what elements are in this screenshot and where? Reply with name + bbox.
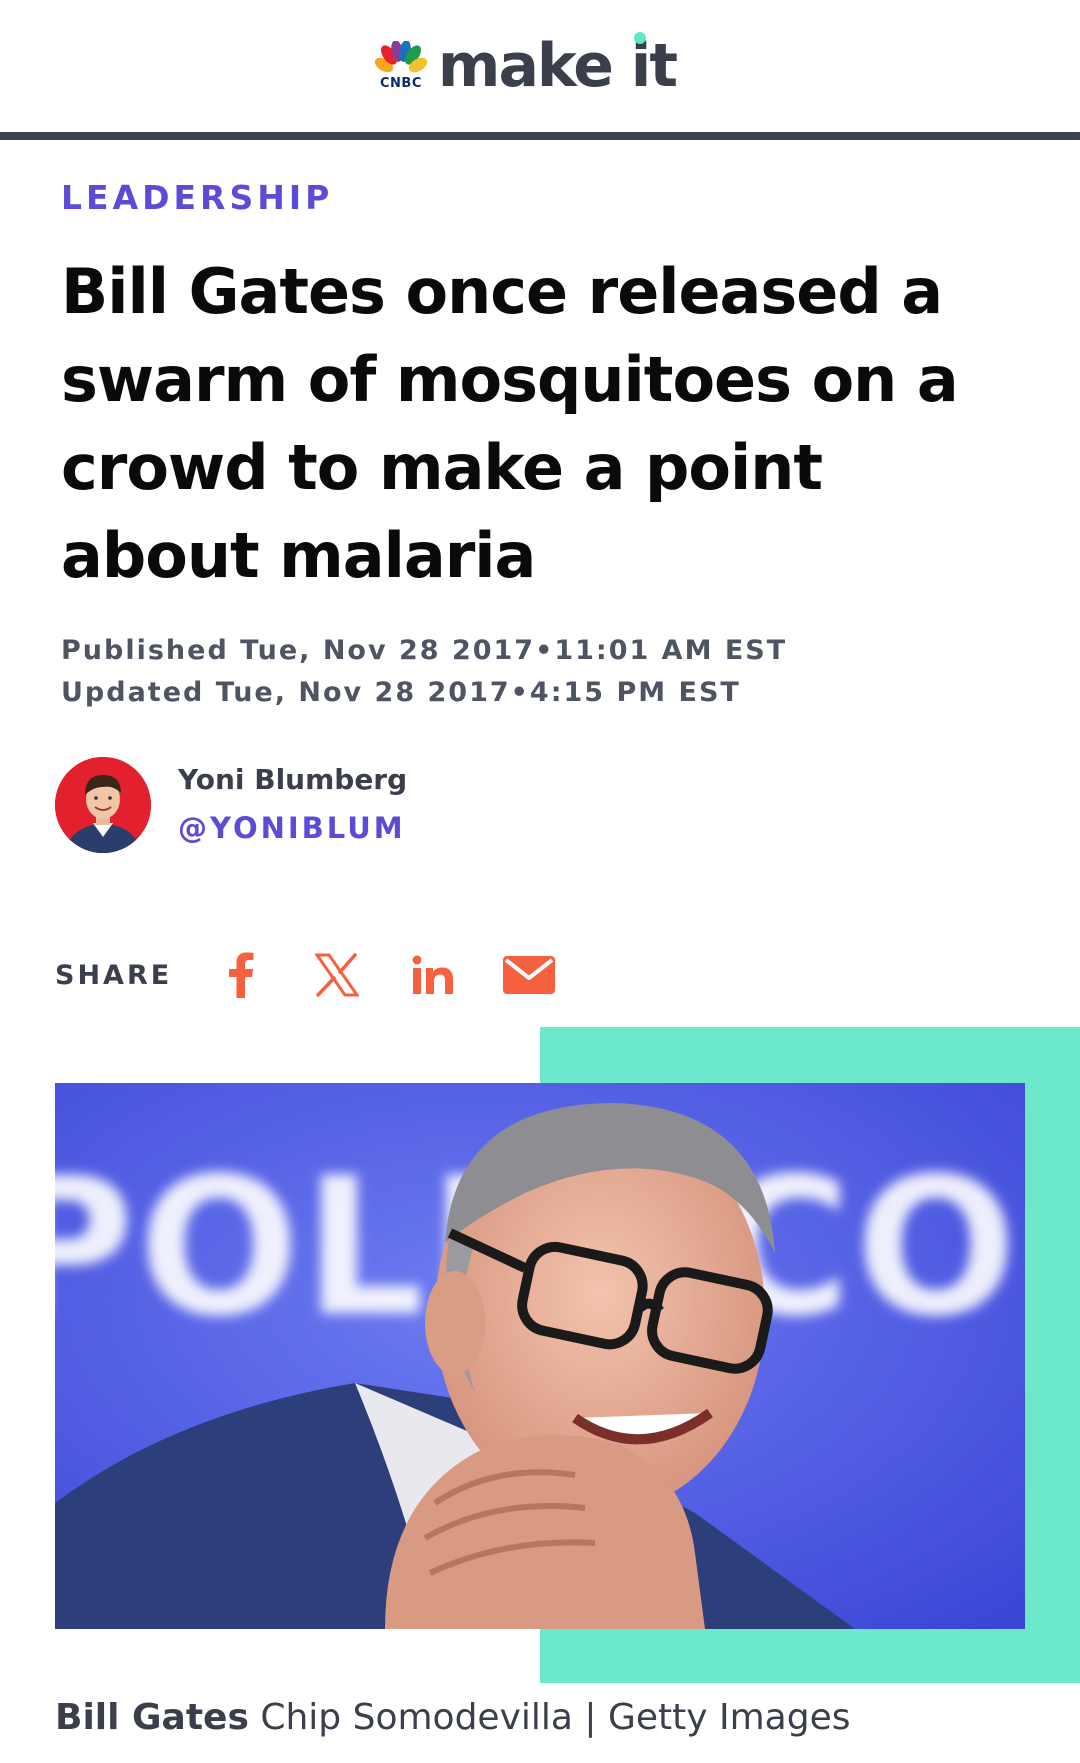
share-label: SHARE (55, 959, 173, 991)
share-bar: SHARE (55, 945, 598, 1005)
article-hero-image[interactable]: POLITICO (55, 1083, 1025, 1629)
site-header: CNBC make it (0, 0, 1080, 132)
cnbc-label: CNBC (379, 76, 422, 91)
image-caption: Bill Gates Chip Somodevilla | Getty Imag… (55, 1697, 850, 1738)
article-dates: Published Tue, Nov 28 2017•11:01 AM EST … (61, 630, 787, 714)
author-avatar[interactable] (55, 757, 151, 853)
make-it-wordmark: make it (438, 32, 678, 96)
updated-date: Updated Tue, Nov 28 2017•4:15 PM EST (61, 677, 741, 708)
email-icon[interactable] (502, 948, 556, 1002)
nbc-peacock-icon: CNBC (374, 41, 428, 91)
caption-credit: Chip Somodevilla | Getty Images (260, 1697, 851, 1738)
author-twitter-handle[interactable]: @YONIBLUM (178, 811, 406, 845)
section-kicker-link[interactable]: LEADERSHIP (61, 178, 333, 217)
author-name[interactable]: Yoni Blumberg (178, 763, 407, 796)
linkedin-icon[interactable] (406, 948, 460, 1002)
page: CNBC make it LEADERSHIP Bill Gates once … (0, 0, 1080, 1763)
facebook-icon[interactable] (214, 948, 268, 1002)
x-icon[interactable] (310, 948, 364, 1002)
caption-subject: Bill Gates (55, 1697, 249, 1738)
article-headline: Bill Gates once released a swarm of mosq… (61, 255, 959, 592)
published-date: Published Tue, Nov 28 2017•11:01 AM EST (61, 635, 788, 666)
header-divider (0, 132, 1080, 140)
wordmark-dot (634, 32, 647, 44)
make-it-logo[interactable]: CNBC make it (374, 32, 678, 96)
